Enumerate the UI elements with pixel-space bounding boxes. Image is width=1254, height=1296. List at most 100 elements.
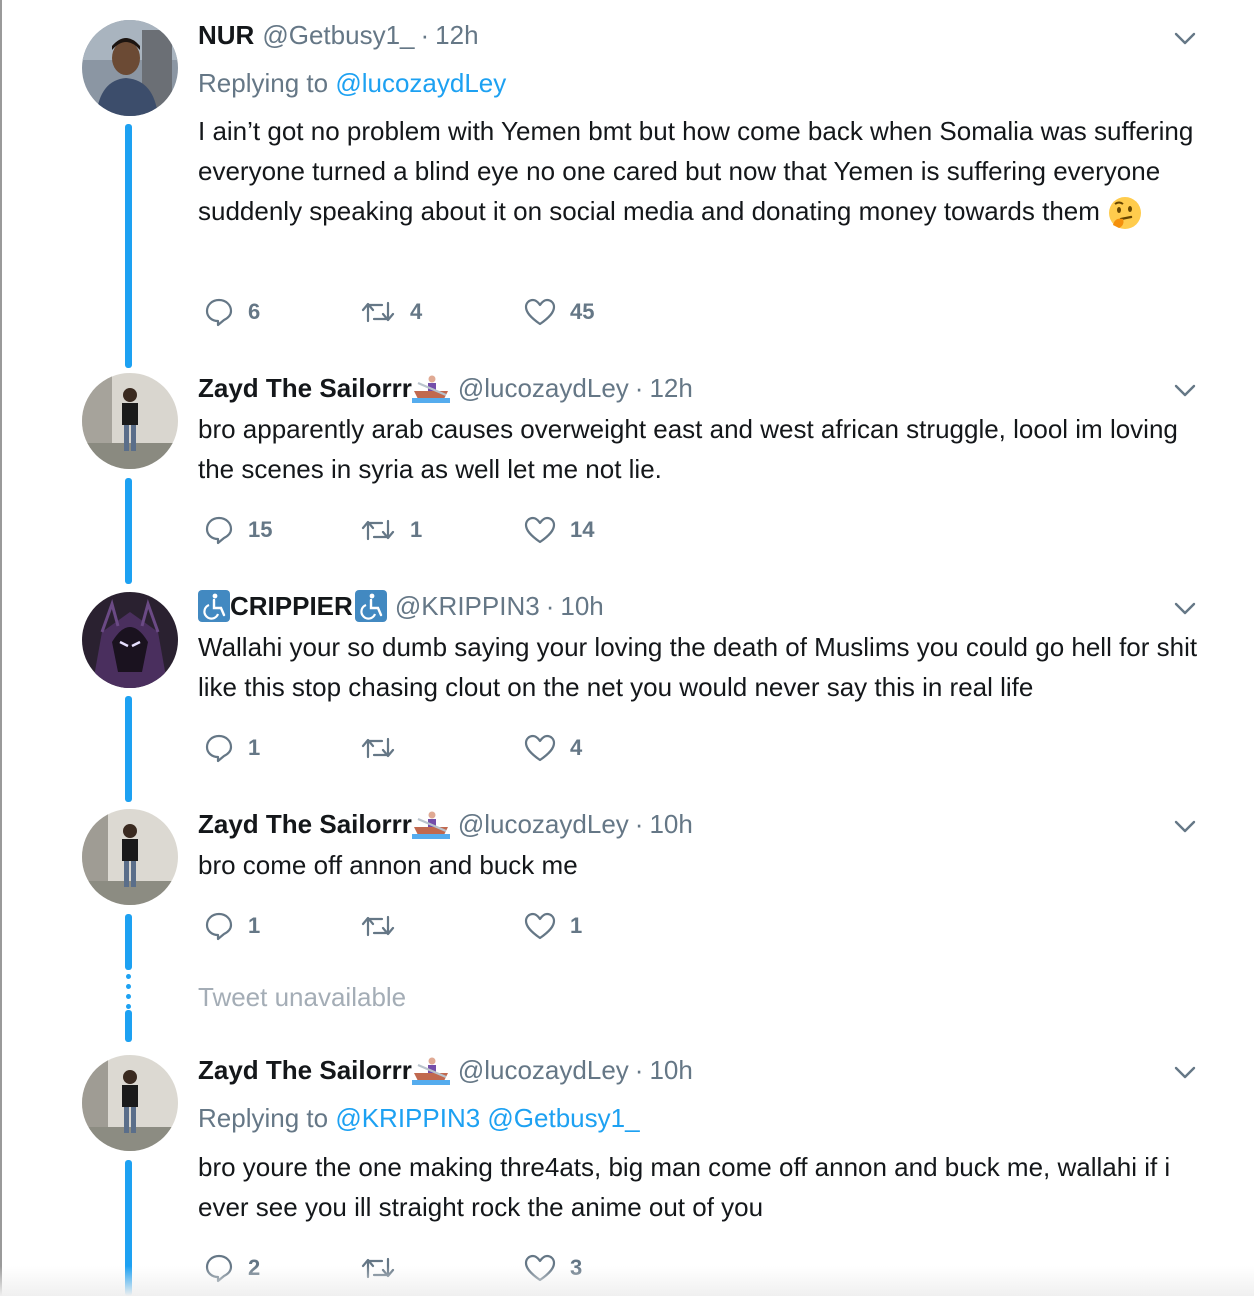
user-handle[interactable]: @KRIPPIN3 [395,590,540,622]
retweet-icon [361,737,395,759]
tweet-text-body: bro youre the one making thre4ats, big m… [198,1152,1171,1222]
reply-count: 15 [248,517,273,542]
replying-to: Replying to @KRIPPIN3 @Getbusy1_ [198,1102,640,1134]
thread-line [125,914,132,970]
user-handle[interactable]: @Getbusy1_ [262,19,414,51]
tweet-text-body: I ain’t got no problem with Yemen bmt bu… [198,116,1194,226]
tweet-text: bro youre the one making thre4ats, big m… [198,1147,1208,1227]
avatar[interactable] [82,809,178,905]
tweet-header: Zayd The Sailorrr @lucozaydLey · 10h [198,1054,693,1086]
separator-dot: · [634,1055,644,1085]
reply-button[interactable]: 1 [204,911,260,941]
separator-dot: · [545,591,555,621]
tweet-text: Wallahi your so dumb saying your loving … [198,627,1228,707]
thread-line [125,696,132,802]
chevron-down-icon[interactable] [1172,1059,1198,1085]
tweet-time[interactable]: 10h [649,808,692,840]
like-button[interactable]: 4 [524,733,582,763]
tweet-actions: 1 4 [198,733,798,767]
retweet-icon [361,915,395,937]
like-count: 1 [570,913,583,938]
like-count: 4 [570,735,583,760]
like-count: 45 [570,299,595,324]
replying-to: Replying to @lucozaydLey [198,67,506,99]
like-button[interactable]: 1 [524,911,582,941]
tweet-header: NUR @Getbusy1_ · 12h [198,19,479,51]
thread-gap-dots [126,974,132,1014]
tweet-text: bro come off annon and buck me [198,845,1208,885]
avatar[interactable] [82,592,178,688]
reply-icon [205,912,233,941]
thread-line [125,478,132,584]
separator-dot: · [634,373,644,403]
tweet-header: Zayd The Sailorrr @lucozaydLey · 10h [198,808,693,840]
chevron-down-icon[interactable] [1172,377,1198,403]
thread-line [125,1010,132,1042]
like-button[interactable]: 14 [524,515,594,545]
wheelchair-icon [354,590,387,622]
tweet-text-body: bro come off annon and buck me [198,850,578,880]
replying-to-link[interactable]: @lucozaydLey [335,68,506,98]
like-icon [524,298,556,326]
thread-line [125,124,132,368]
window-edge [0,0,2,1296]
reply-count: 1 [248,913,261,938]
reply-icon [205,298,233,327]
display-name[interactable]: NUR [198,19,254,51]
tweet-header: Zayd The Sailorrr @lucozaydLey · 12h [198,372,693,404]
wheelchair-icon [198,590,230,622]
display-name[interactable]: Zayd The Sailorrr [198,808,412,840]
like-icon [524,912,556,940]
reply-icon [205,516,233,545]
retweet-count: 1 [410,517,423,542]
user-handle[interactable]: @lucozaydLey [458,808,629,840]
chevron-down-icon[interactable] [1172,813,1198,839]
like-icon [524,734,556,762]
thinking-face-icon [1109,197,1142,230]
reply-icon [205,734,233,763]
retweet-button[interactable] [360,733,410,763]
separator-dot: · [634,809,644,839]
chevron-down-icon[interactable] [1172,25,1198,51]
tweet-text: bro apparently arab causes overweight ea… [198,409,1208,489]
tweet-actions: 6 4 45 [198,297,798,331]
tweet-time[interactable]: 10h [649,1054,692,1086]
retweet-button[interactable] [360,911,410,941]
rowboat-icon [411,1057,450,1085]
like-count: 14 [570,517,595,542]
replying-to-link[interactable]: @KRIPPIN3 @Getbusy1_ [335,1103,639,1133]
user-handle[interactable]: @lucozaydLey [458,372,629,404]
rowboat-icon [411,375,450,403]
tweet-text: I ain’t got no problem with Yemen bmt bu… [198,111,1208,231]
like-button[interactable]: 45 [524,297,594,327]
bottom-fade [0,1266,1254,1296]
replying-to-label: Replying to [198,1103,329,1133]
rowboat-icon [411,811,450,839]
separator-dot: · [420,20,430,50]
tweet-time[interactable]: 10h [560,590,603,622]
tweet-header: CRIPPIER @KRIPPIN3 · 10h [198,590,604,622]
avatar[interactable] [82,1055,178,1151]
reply-button[interactable]: 1 [204,733,260,763]
tweet-text-body: bro apparently arab causes overweight ea… [198,414,1178,484]
reply-count: 6 [248,299,261,324]
tweet-time[interactable]: 12h [649,372,692,404]
avatar[interactable] [82,20,178,116]
display-name[interactable]: CRIPPIER [230,590,353,622]
retweet-button[interactable]: 4 [360,297,422,327]
reply-button[interactable]: 6 [204,297,260,327]
like-icon [524,516,556,544]
avatar[interactable] [82,373,178,469]
display-name[interactable]: Zayd The Sailorrr [198,372,412,404]
chevron-down-icon[interactable] [1172,595,1198,621]
tweet-actions: 15 1 14 [198,515,798,549]
tweet-text-body: Wallahi your so dumb saying your loving … [198,632,1198,702]
retweet-count: 4 [410,299,423,324]
retweet-icon [361,519,395,541]
retweet-button[interactable]: 1 [360,515,422,545]
user-handle[interactable]: @lucozaydLey [458,1054,629,1086]
reply-button[interactable]: 15 [204,515,272,545]
display-name[interactable]: Zayd The Sailorrr [198,1054,412,1086]
retweet-icon [361,301,395,323]
tweet-time[interactable]: 12h [435,19,478,51]
